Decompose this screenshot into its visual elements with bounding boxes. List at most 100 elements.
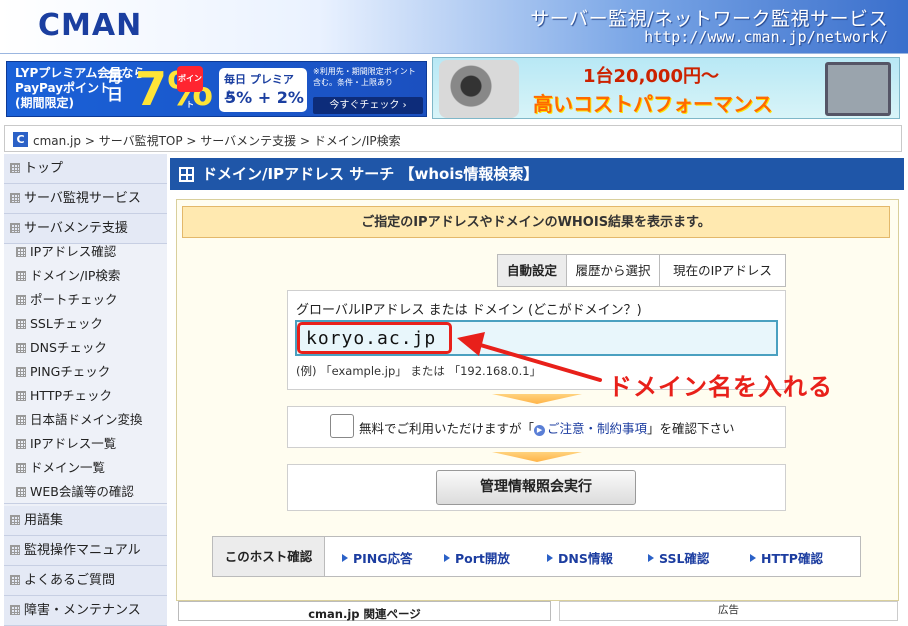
sidebar-item-ip-list[interactable]: IPアドレス一覧 <box>4 432 167 456</box>
play-icon <box>342 554 348 562</box>
host-link-http[interactable]: HTTP確認 <box>750 548 823 567</box>
circle-arrow-icon: ▶ <box>534 425 546 436</box>
site-logo[interactable]: CMAN <box>38 8 142 43</box>
grid-bullet-icon <box>10 193 20 203</box>
grid-bullet-icon <box>10 223 20 233</box>
sidebar-item-label: サーバ監視サービス <box>24 191 141 206</box>
grid-bullet-icon <box>10 545 20 555</box>
grid-bullet-icon <box>10 515 20 525</box>
grid-bullet-icon <box>16 319 26 329</box>
sidebar-item-japanese-domain[interactable]: 日本語ドメイン変換 <box>4 408 167 432</box>
agreement-text-after: 」を確認下さい <box>647 421 735 436</box>
ad-cta-button[interactable]: 今すぐチェック › <box>313 97 423 114</box>
ad-note: ※利用先・期間限定ポイント含む。条件・上限あり <box>313 67 416 87</box>
sidebar-item-label: ドメイン一覧 <box>30 460 106 475</box>
grid-bullet-icon <box>16 391 26 401</box>
related-pages-header: cman.jp 関連ページ <box>178 601 551 621</box>
breadcrumb: C cman.jp > サーバ監視TOP > サーバメンテ支援 > ドメイン/I… <box>4 125 902 152</box>
sidebar-item-label: 監視操作マニュアル <box>24 543 141 558</box>
host-link-dns[interactable]: DNS情報 <box>547 548 613 567</box>
paypay-icon: ポイント <box>177 66 203 109</box>
grid-bullet-icon <box>16 415 26 425</box>
sidebar-item-domain-ip-search[interactable]: ドメイン/IP検索 <box>4 264 167 288</box>
grid-bullet-icon <box>16 247 26 257</box>
sidebar-nav: トップ サーバ監視サービス サーバメンテ支援 IPアドレス確認 ドメイン/IP検… <box>4 154 167 626</box>
sidebar-item-label: ドメイン/IP検索 <box>30 268 121 283</box>
ad-section-header: 広告 <box>559 601 898 621</box>
notice-banner: ご指定のIPアドレスやドメインのWHOIS結果を表示ます。 <box>182 206 890 238</box>
host-link-label: SSL確認 <box>659 551 710 566</box>
submit-button[interactable]: 管理情報照会実行 <box>436 470 636 505</box>
window-grid-icon <box>179 167 194 182</box>
host-link-port[interactable]: Port開放 <box>444 548 510 567</box>
sidebar-item-label: DNSチェック <box>30 340 107 355</box>
sidebar-item-glossary[interactable]: 用語集 <box>4 506 167 536</box>
agreement-checkbox[interactable] <box>330 414 354 438</box>
grid-bullet-icon <box>16 271 26 281</box>
grid-bullet-icon <box>10 605 20 615</box>
sidebar-item-server-monitoring[interactable]: サーバ監視サービス <box>4 184 167 214</box>
terms-link[interactable]: ご注意・制約事項 <box>547 421 647 436</box>
grid-bullet-icon <box>16 439 26 449</box>
grid-bullet-icon <box>16 463 26 473</box>
tab-auto-setting[interactable]: 自動設定 <box>497 254 567 287</box>
host-link-label: Port開放 <box>455 551 510 566</box>
play-icon <box>648 554 654 562</box>
sidebar-item-web-meeting[interactable]: WEB会議等の確認 <box>4 480 167 504</box>
sidebar-item-ip-check[interactable]: IPアドレス確認 <box>4 240 167 264</box>
breadcrumb-text[interactable]: cman.jp > サーバ監視TOP > サーバメンテ支援 > ドメイン/IP検… <box>33 132 401 149</box>
monitor-icon <box>825 62 891 116</box>
host-link-label: DNS情報 <box>558 551 613 566</box>
camera-ad-banner[interactable]: 1台20,000円～ 高いコストパフォーマンス <box>432 57 900 119</box>
host-link-label: PING応答 <box>353 551 413 566</box>
host-link-ssl[interactable]: SSL確認 <box>648 548 709 567</box>
play-icon <box>750 554 756 562</box>
sidebar-item-label: PINGチェック <box>30 364 111 379</box>
sidebar-item-label: SSLチェック <box>30 316 103 331</box>
sidebar-item-port-check[interactable]: ポートチェック <box>4 288 167 312</box>
sidebar-item-label: IPアドレス確認 <box>30 244 117 259</box>
grid-bullet-icon <box>16 295 26 305</box>
page-title-bar: ドメイン/IPアドレス サーチ 【whois情報検索】 <box>170 158 904 190</box>
sidebar-item-label: HTTPチェック <box>30 388 112 403</box>
grid-bullet-icon <box>10 163 20 173</box>
sidebar-item-ping-check[interactable]: PINGチェック <box>4 360 167 384</box>
sidebar-item-http-check[interactable]: HTTPチェック <box>4 384 167 408</box>
ad-rate: 5% + 2% <box>225 88 304 107</box>
agreement-text-before: 無料でご利用いただけますが「 <box>359 421 535 436</box>
grid-bullet-icon <box>16 367 26 377</box>
sidebar-item-faq[interactable]: よくあるご質問 <box>4 566 167 596</box>
agreement-text: 無料でご利用いただけますが「 ▶ ご注意・制約事項」を確認下さい <box>359 418 735 437</box>
ad-price: 1台20,000円～ <box>583 66 719 87</box>
header-title: サーバー監視/ネットワーク監視サービス <box>530 8 888 30</box>
sidebar-item-top[interactable]: トップ <box>4 154 167 184</box>
header-url: http://www.cman.jp/network/ <box>644 28 888 46</box>
host-link-label: HTTP確認 <box>761 551 823 566</box>
play-icon <box>547 554 553 562</box>
sidebar-item-label: WEB会議等の確認 <box>30 484 134 499</box>
sidebar-item-label: サーバメンテ支援 <box>24 221 128 236</box>
sidebar-item-label: トップ <box>24 161 64 176</box>
paypay-ad-banner[interactable]: LYPプレミアム会員なら PayPayポイント (期間限定) 毎日 7% ポイン… <box>6 61 427 117</box>
sidebar-item-dns-check[interactable]: DNSチェック <box>4 336 167 360</box>
camera-icon <box>439 60 519 118</box>
grid-bullet-icon <box>10 575 20 585</box>
tab-current-ip[interactable]: 現在のIPアドレス <box>659 254 786 287</box>
tab-history[interactable]: 履歴から選択 <box>566 254 660 287</box>
page-title: ドメイン/IPアドレス サーチ 【whois情報検索】 <box>202 165 539 183</box>
sidebar-item-label: よくあるご質問 <box>24 573 116 588</box>
sidebar-item-label: IPアドレス一覧 <box>30 436 117 451</box>
host-check-label: このホスト確認 <box>213 537 325 576</box>
grid-bullet-icon <box>16 487 26 497</box>
host-link-ping[interactable]: PING応答 <box>342 548 413 567</box>
sidebar-item-manual[interactable]: 監視操作マニュアル <box>4 536 167 566</box>
sidebar-item-ssl-check[interactable]: SSLチェック <box>4 312 167 336</box>
ad-slogan: 高いコストパフォーマンス <box>533 92 773 116</box>
sidebar-item-label: 日本語ドメイン変換 <box>30 412 143 427</box>
site-header: CMAN サーバー監視/ネットワーク監視サービス http://www.cman… <box>0 0 908 54</box>
sidebar-item-domain-list[interactable]: ドメイン一覧 <box>4 456 167 480</box>
annotation-label: ドメイン名を入れる <box>608 373 833 401</box>
sidebar-item-outage[interactable]: 障害・メンテナンス <box>4 596 167 626</box>
sidebar-item-label: 用語集 <box>24 513 64 528</box>
input-label: グローバルIPアドレス または ドメイン (どこがドメイン？) <box>296 303 642 318</box>
